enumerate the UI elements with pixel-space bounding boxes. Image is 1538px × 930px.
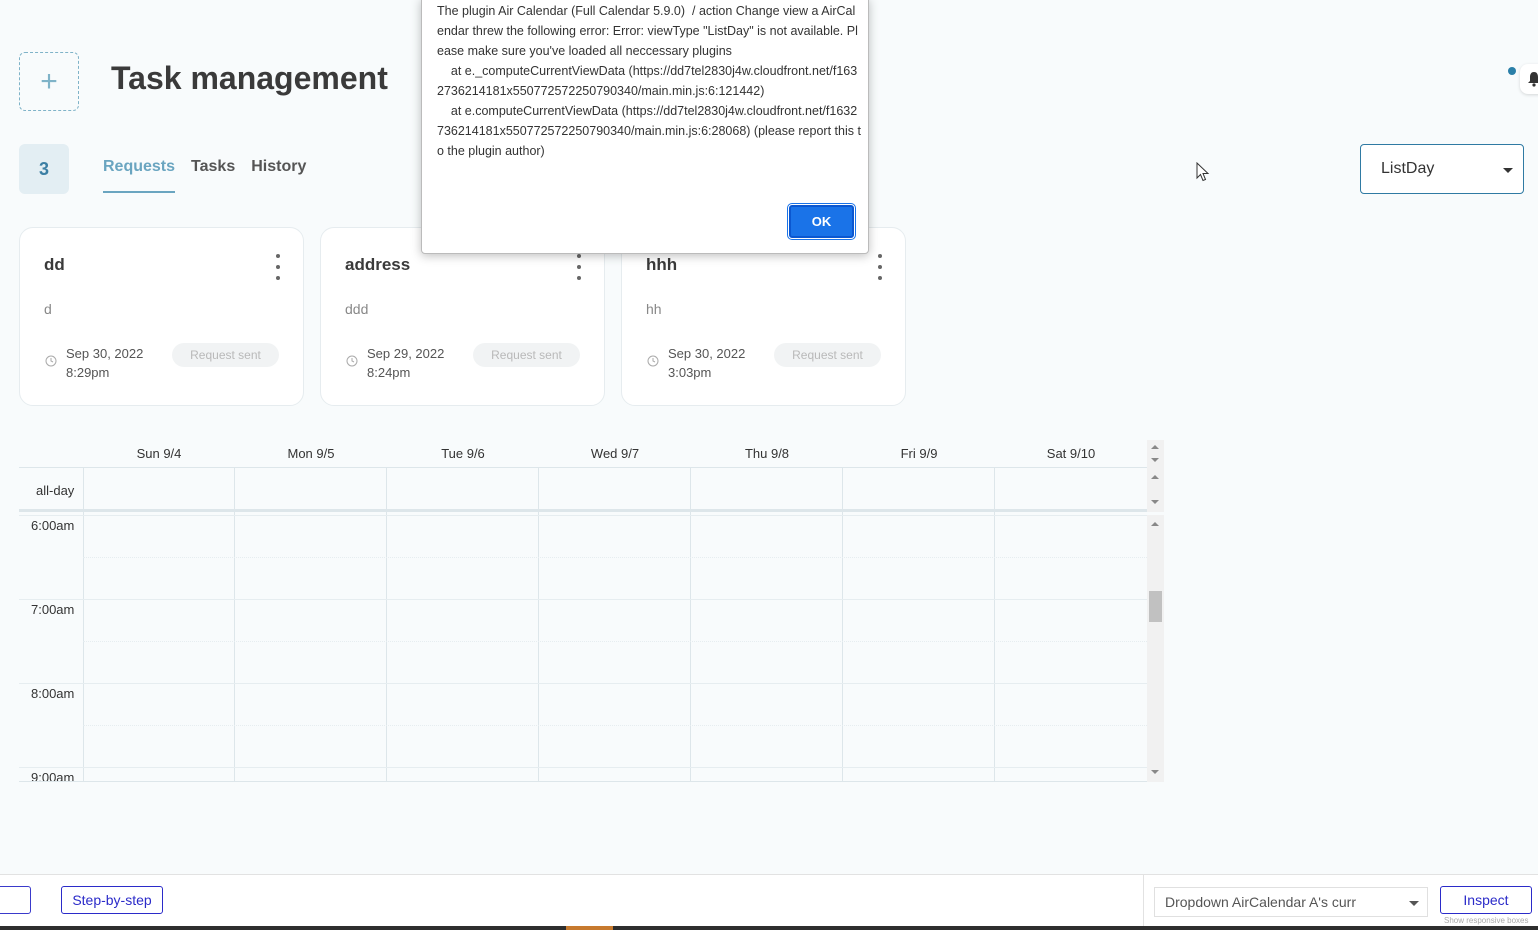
element-dropdown[interactable]: Dropdown AirCalendar A's curr <box>1154 887 1428 917</box>
more-options-icon[interactable] <box>576 254 582 280</box>
clock-icon <box>346 355 358 367</box>
requests-count-badge: 3 <box>19 144 69 194</box>
card-date: Sep 30, 2022 8:29pm <box>66 344 166 382</box>
card-date-day: Sep 29, 2022 <box>367 346 445 361</box>
time-label: 6:00am <box>31 518 75 533</box>
card-title: address <box>345 255 411 274</box>
error-message: The plugin Air Calendar (Full Calendar 5… <box>437 4 861 158</box>
element-dropdown-value: Dropdown AirCalendar A's curr <box>1165 894 1356 910</box>
card-title: hhh <box>646 255 678 274</box>
card-description: hh <box>646 301 662 317</box>
calendar-header: Sun 9/4 Mon 9/5 Tue 9/6 Wed 9/7 Thu 9/8 … <box>19 440 1147 468</box>
day-header: Wed 9/7 <box>590 446 640 461</box>
card-date-day: Sep 30, 2022 <box>668 346 746 361</box>
tab-history[interactable]: History <box>251 158 306 193</box>
debugger-button[interactable] <box>0 886 31 914</box>
request-card[interactable]: dd d Sep 30, 2022 8:29pm Request sent <box>19 227 304 406</box>
week-calendar: Sun 9/4 Mon 9/5 Tue 9/6 Wed 9/7 Thu 9/8 … <box>19 440 1164 783</box>
ok-button[interactable]: OK <box>787 203 856 240</box>
page-title: Task management <box>111 60 388 96</box>
clock-icon <box>45 355 57 367</box>
card-date-time: 3:03pm <box>668 365 712 380</box>
status-badge: Request sent <box>172 343 279 367</box>
header-scrollbar[interactable] <box>1147 440 1164 468</box>
time-grid[interactable]: 6:00am 7:00am 8:00am 9:00am <box>19 515 1147 782</box>
bell-icon[interactable] <box>1520 64 1538 94</box>
allday-scrollbar[interactable] <box>1147 468 1164 512</box>
show-responsive-boxes-link[interactable]: Show responsive boxes <box>1444 916 1529 925</box>
status-badge: Request sent <box>774 343 881 367</box>
time-label: 9:00am <box>31 770 75 782</box>
step-by-step-button[interactable]: Step-by-step <box>61 886 163 914</box>
card-date: Sep 29, 2022 8:24pm <box>367 344 467 382</box>
notification-dot <box>1508 67 1516 75</box>
notifications[interactable] <box>1508 62 1538 96</box>
day-header: Sat 9/10 <box>1046 446 1096 461</box>
time-grid-scrollbar[interactable] <box>1147 515 1164 782</box>
tab-tasks[interactable]: Tasks <box>191 158 235 193</box>
add-button[interactable]: + <box>19 52 79 111</box>
day-header: Fri 9/9 <box>900 446 938 461</box>
caret-down-icon <box>1503 168 1513 173</box>
footer-strip <box>0 926 1538 930</box>
time-label: 8:00am <box>31 686 75 701</box>
allday-label: all-day <box>36 483 75 498</box>
calendar-view-select[interactable]: ListDay <box>1360 144 1524 194</box>
card-date-day: Sep 30, 2022 <box>66 346 144 361</box>
more-options-icon[interactable] <box>275 254 281 280</box>
more-options-icon[interactable] <box>877 254 883 280</box>
card-description: ddd <box>345 301 369 317</box>
footer-strip-accent <box>566 926 613 930</box>
caret-down-icon <box>1409 901 1419 906</box>
card-title: dd <box>44 255 65 274</box>
clock-icon <box>647 355 659 367</box>
card-date-time: 8:29pm <box>66 365 110 380</box>
card-date-time: 8:24pm <box>367 365 411 380</box>
day-header: Mon 9/5 <box>287 446 335 461</box>
tab-bar: Requests Tasks History <box>103 158 322 193</box>
card-date: Sep 30, 2022 3:03pm <box>668 344 768 382</box>
allday-row[interactable]: all-day <box>19 468 1147 512</box>
day-header: Thu 9/8 <box>744 446 790 461</box>
card-description: d <box>44 301 52 317</box>
divider <box>1143 875 1144 927</box>
debugger-bar: Step-by-step Dropdown AirCalendar A's cu… <box>0 874 1538 927</box>
tab-requests[interactable]: Requests <box>103 158 176 193</box>
day-header: Tue 9/6 <box>441 446 485 461</box>
error-alert-dialog: The plugin Air Calendar (Full Calendar 5… <box>421 0 869 254</box>
day-header: Sun 9/4 <box>136 446 182 461</box>
mouse-cursor-icon <box>1196 162 1210 182</box>
status-badge: Request sent <box>473 343 580 367</box>
scrollbar-thumb[interactable] <box>1149 591 1162 622</box>
time-label: 7:00am <box>31 602 75 617</box>
view-select-value: ListDay <box>1381 160 1435 177</box>
inspect-button[interactable]: Inspect <box>1440 886 1532 914</box>
plus-icon: + <box>40 64 58 98</box>
